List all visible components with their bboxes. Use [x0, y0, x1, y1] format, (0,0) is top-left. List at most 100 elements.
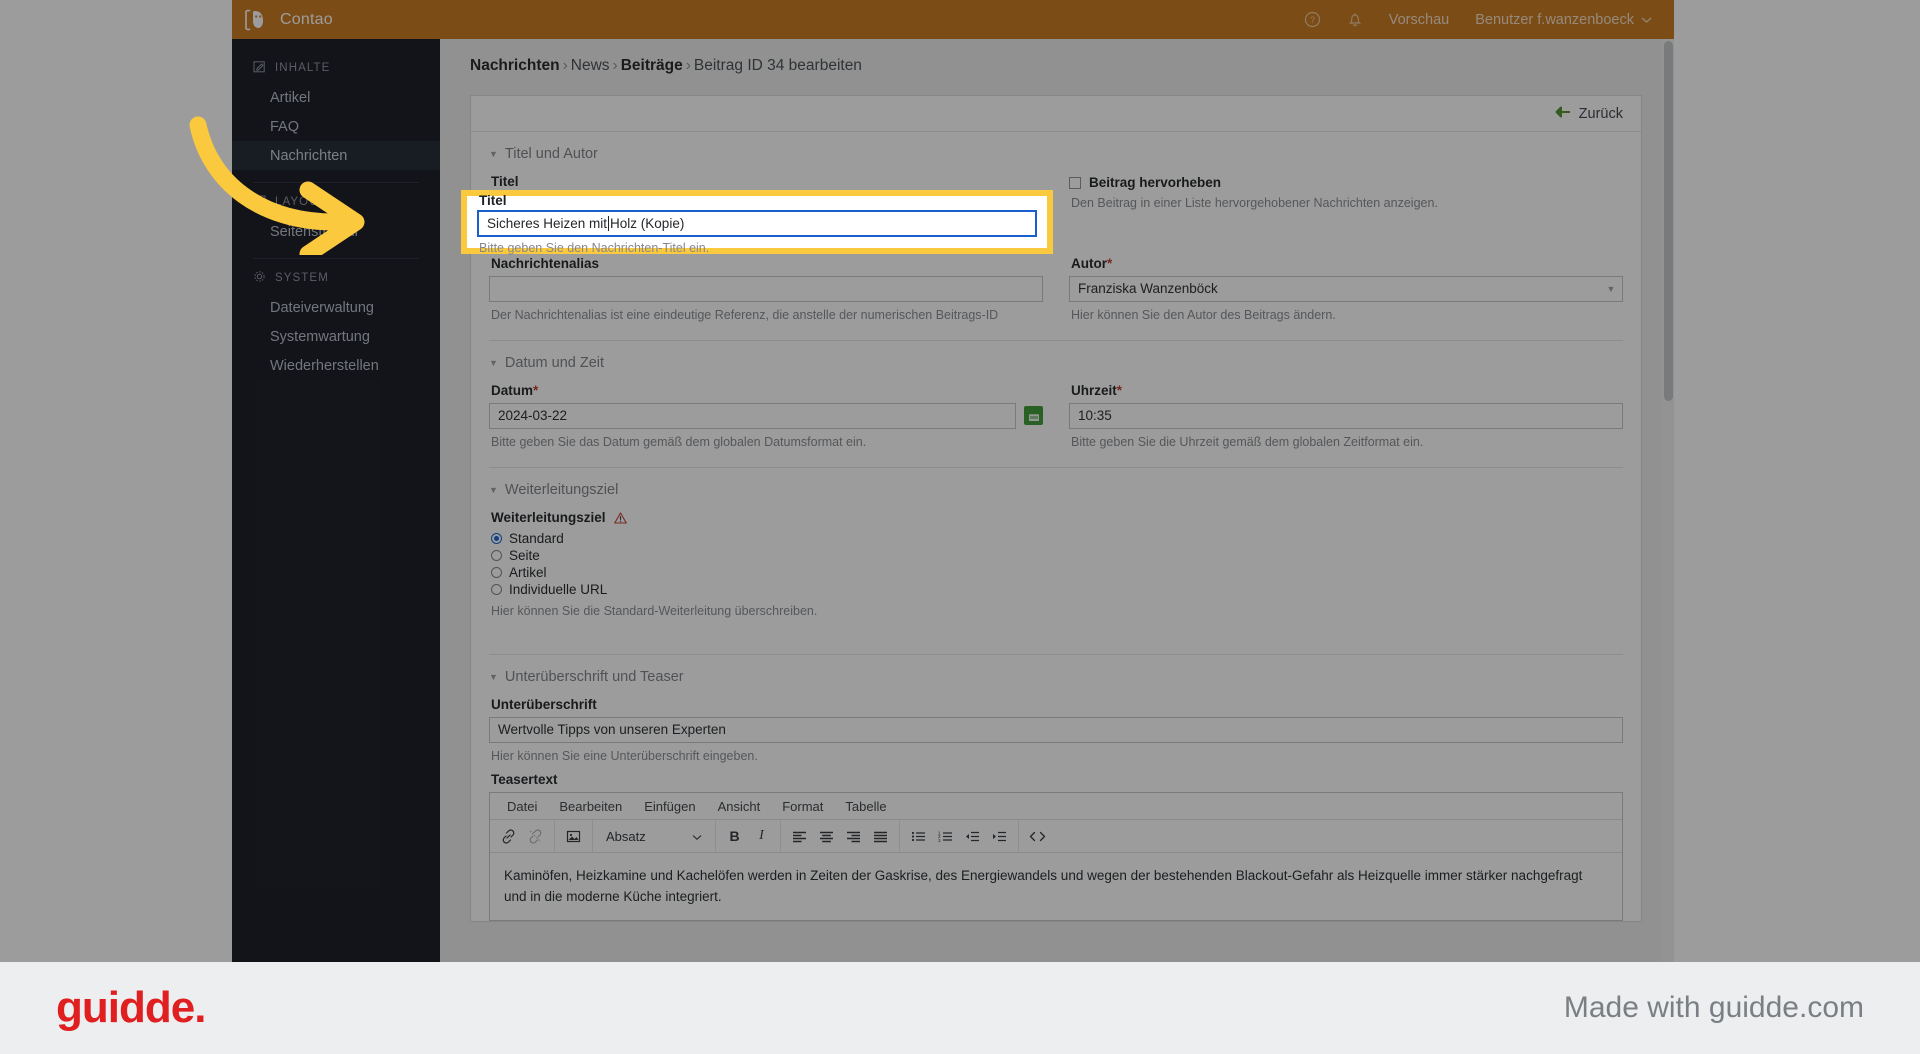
legend-unterueberschrift[interactable]: ▼ Unterüberschrift und Teaser: [471, 655, 1641, 689]
sidebar-divider-1: [253, 182, 419, 183]
radio-label: Seite: [509, 547, 540, 563]
svg-text:3: 3: [938, 838, 941, 843]
page-right-gutter: [1674, 0, 1920, 962]
format-select-value: Absatz: [606, 828, 646, 844]
align-left-icon[interactable]: [786, 823, 813, 850]
editor-menu-ansicht[interactable]: Ansicht: [707, 799, 772, 814]
sidebar-item-seitenstruktur[interactable]: Seitenstruktur: [232, 217, 440, 246]
chevron-down-icon: [692, 829, 702, 844]
checkbox-icon[interactable]: [1069, 176, 1081, 189]
sidebar-item-dateiverwaltung[interactable]: Dateiverwaltung: [232, 293, 440, 322]
editor-menu-format[interactable]: Format: [771, 799, 834, 814]
legend-label: Weiterleitungsziel: [504, 481, 619, 498]
layout-icon: [253, 194, 266, 210]
sidebar: INHALTE Artikel FAQ Nachrichten LAYOUT S…: [232, 39, 440, 962]
svg-text:?: ?: [1310, 15, 1315, 25]
align-right-icon[interactable]: [840, 823, 867, 850]
gear-icon: [253, 270, 266, 286]
align-center-icon[interactable]: [813, 823, 840, 850]
chevron-down-icon: [1641, 12, 1652, 28]
radio-label: Artikel: [509, 564, 547, 580]
back-button[interactable]: Zurück: [1555, 106, 1623, 122]
editor-menu-bearbeiten[interactable]: Bearbeiten: [548, 799, 633, 814]
field-group-weiterleitungsziel: Weiterleitungsziel Standard Seite Artike…: [489, 502, 1043, 620]
sidebar-item-systemwartung[interactable]: Systemwartung: [232, 322, 440, 351]
application-window: Contao ? Vorschau Benutzer f.wanzenboeck…: [0, 0, 1920, 962]
radio-artikel[interactable]: Artikel: [489, 564, 1043, 581]
radio-icon-selected[interactable]: [491, 532, 502, 544]
radio-standard[interactable]: Standard: [489, 530, 1043, 547]
bell-icon[interactable]: [1347, 11, 1363, 28]
radio-icon[interactable]: [491, 566, 502, 578]
brand[interactable]: Contao: [232, 0, 440, 39]
highlight-content: Titel Sicheres Heizen mit Holz (Kopie) Bi…: [467, 193, 1047, 255]
editor-menubar: Datei Bearbeiten Einfügen Ansicht Format…: [490, 793, 1622, 821]
editor-menu-einfuegen[interactable]: Einfügen: [633, 799, 706, 814]
datum-label-text: Datum: [491, 382, 534, 398]
datum-label: Datum*: [489, 375, 1043, 403]
legend-label: Datum und Zeit: [504, 354, 605, 371]
editor-toolbar: Absatz B I 1 2 3: [490, 819, 1622, 854]
hervorheben-label: Beitrag hervorheben: [1089, 175, 1222, 190]
preview-link[interactable]: Vorschau: [1389, 12, 1449, 28]
alias-input[interactable]: [489, 275, 1043, 302]
help-circle-icon[interactable]: ?: [1304, 11, 1321, 28]
contao-backend: Contao ? Vorschau Benutzer f.wanzenboeck…: [232, 0, 1674, 962]
teaser-editor-body[interactable]: Kaminöfen, Heizkamine und Kachelöfen wer…: [490, 853, 1622, 920]
sidebar-group-inhalte[interactable]: INHALTE: [232, 53, 440, 83]
warning-triangle-icon: [614, 512, 628, 524]
autor-hint: Hier können Sie den Autor des Beitrags ä…: [1071, 307, 1336, 322]
scrollbar-thumb[interactable]: [1664, 41, 1673, 401]
legend-weiterleitungsziel[interactable]: ▼ Weiterleitungsziel: [471, 468, 1641, 502]
numbered-list-icon[interactable]: 1 2 3: [932, 823, 959, 850]
breadcrumb-item-3[interactable]: Beiträge: [621, 57, 683, 74]
highlight-titel-hint: Bitte geben Sie den Nachrichten-Titel ei…: [479, 241, 710, 255]
arrow-left-icon: [1555, 106, 1571, 122]
field-group-teasertext: Teasertext Datei Bearbeiten Einfügen Ans…: [471, 764, 1641, 921]
sidebar-item-artikel[interactable]: Artikel: [232, 83, 440, 112]
bullet-list-icon[interactable]: [905, 823, 932, 850]
outdent-icon[interactable]: [959, 823, 986, 850]
sidebar-group-system[interactable]: SYSTEM: [232, 263, 440, 293]
editor-menu-datei[interactable]: Datei: [496, 799, 548, 814]
titel-input-focused[interactable]: Sicheres Heizen mit Holz (Kopie): [477, 210, 1037, 237]
weiterleitungsziel-label-text: Weiterleitungsziel: [491, 509, 606, 525]
legend-titel-und-autor[interactable]: ▼ Titel und Autor: [471, 132, 1641, 166]
datum-input[interactable]: 2024-03-22: [489, 402, 1016, 429]
radio-icon[interactable]: [491, 583, 502, 595]
radio-seite[interactable]: Seite: [489, 547, 1043, 564]
indent-icon[interactable]: [986, 823, 1013, 850]
unlink-icon[interactable]: [522, 823, 549, 850]
legend-datum-und-zeit[interactable]: ▼ Datum und Zeit: [471, 341, 1641, 375]
image-icon[interactable]: [560, 823, 587, 850]
legend-label: Unterüberschrift und Teaser: [504, 668, 684, 685]
source-code-icon[interactable]: [1024, 823, 1051, 850]
bold-icon[interactable]: B: [721, 823, 748, 850]
breadcrumb-item-4: Beitrag ID 34 bearbeiten: [693, 57, 862, 74]
radio-individuelle-url[interactable]: Individuelle URL: [489, 581, 1043, 598]
sidebar-group-layout[interactable]: LAYOUT: [232, 187, 440, 217]
sidebar-item-nachrichten[interactable]: Nachrichten: [232, 141, 440, 170]
breadcrumb-item-2[interactable]: News: [571, 57, 610, 74]
field-group-hervorheben: Beitrag hervorheben Den Beitrag in einer…: [1069, 166, 1623, 242]
breadcrumb-item-1[interactable]: Nachrichten: [470, 57, 560, 74]
caret-down-icon: ▼: [489, 357, 498, 368]
vertical-scrollbar[interactable]: [1662, 39, 1674, 962]
radio-icon[interactable]: [491, 549, 502, 561]
sidebar-item-wiederherstellen[interactable]: Wiederherstellen: [232, 351, 440, 380]
required-marker: *: [533, 382, 539, 398]
uhrzeit-input[interactable]: 10:35: [1069, 402, 1623, 429]
toolbar-group-style: B I: [716, 819, 781, 853]
unterueberschrift-input[interactable]: Wertvolle Tipps von unseren Experten: [489, 716, 1623, 743]
user-menu[interactable]: Benutzer f.wanzenboeck: [1475, 12, 1652, 28]
editor-menu-tabelle[interactable]: Tabelle: [834, 799, 897, 814]
format-select[interactable]: Absatz: [598, 823, 710, 849]
italic-icon[interactable]: I: [748, 823, 775, 850]
autor-select[interactable]: Franziska Wanzenböck ▼: [1069, 275, 1623, 302]
sidebar-item-faq[interactable]: FAQ: [232, 112, 440, 141]
toolbar-group-link: [490, 819, 555, 853]
hervorheben-checkbox-row[interactable]: Beitrag hervorheben: [1069, 166, 1623, 190]
link-icon[interactable]: [495, 823, 522, 850]
calendar-icon[interactable]: [1024, 406, 1043, 426]
align-justify-icon[interactable]: [867, 823, 894, 850]
